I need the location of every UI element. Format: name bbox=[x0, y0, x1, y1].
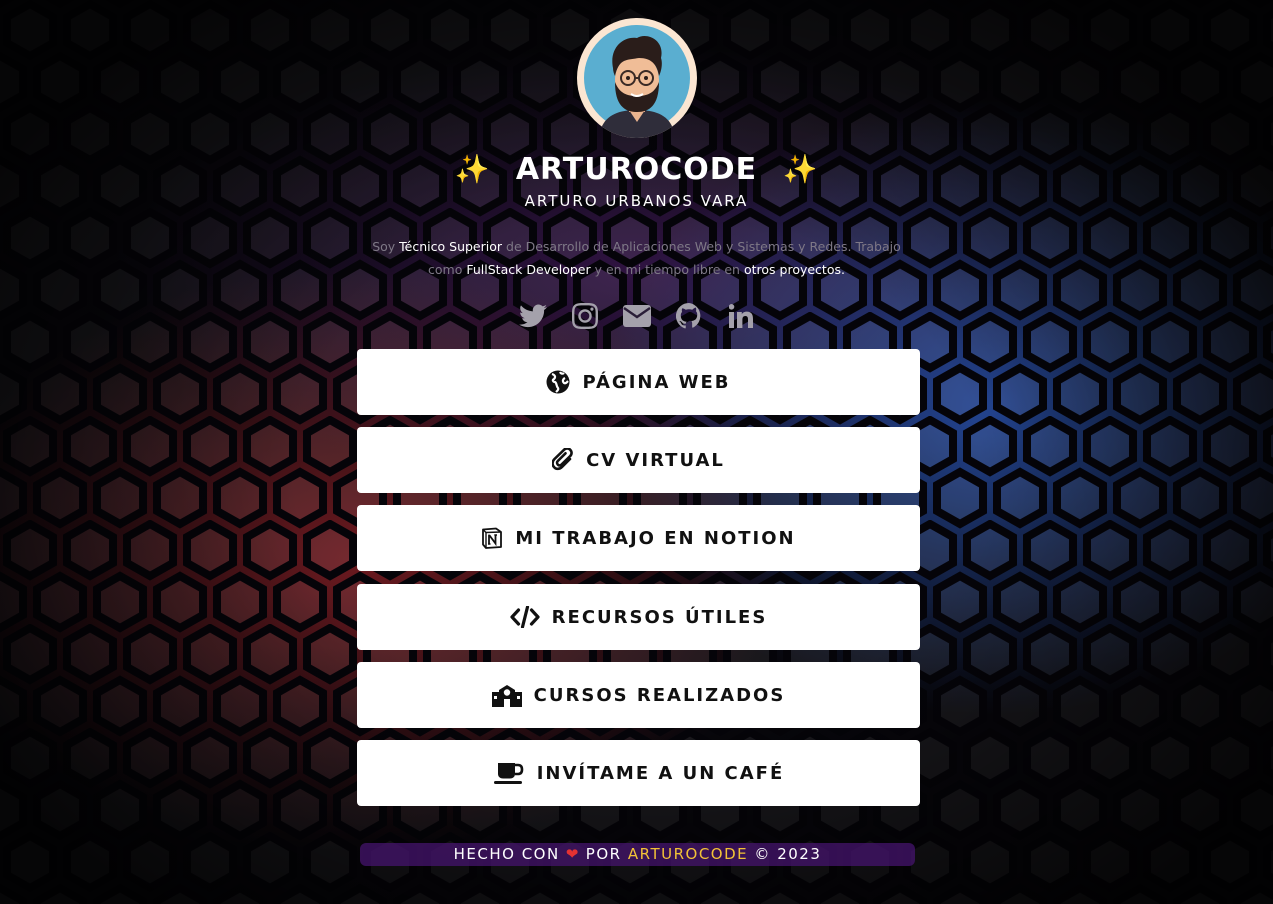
cv-button[interactable]: CV VIRTUAL bbox=[357, 427, 920, 493]
avatar bbox=[577, 18, 697, 138]
school-icon bbox=[491, 685, 522, 707]
email-icon bbox=[622, 305, 651, 327]
profile-name: ARTUROCODE bbox=[515, 151, 758, 187]
social-links bbox=[0, 300, 1273, 332]
cv-button-label: CV VIRTUAL bbox=[586, 449, 725, 471]
profile-bio: Soy Técnico Superior de Desarrollo de Ap… bbox=[372, 239, 901, 277]
website-button[interactable]: PÁGINA WEB bbox=[357, 349, 920, 415]
instagram-icon bbox=[571, 303, 598, 329]
email-link[interactable] bbox=[622, 300, 651, 332]
heart-icon: ❤ bbox=[565, 845, 580, 863]
bio-highlight: FullStack Developer bbox=[466, 262, 591, 277]
courses-button[interactable]: CURSOS REALIZADOS bbox=[357, 662, 920, 728]
sparkle-icon: ✨ bbox=[782, 152, 819, 186]
other-projects-link[interactable]: otros proyectos. bbox=[744, 262, 845, 277]
notion-button-label: MI TRABAJO EN NOTION bbox=[515, 527, 796, 549]
website-button-label: PÁGINA WEB bbox=[582, 371, 731, 393]
profile-page: ✨ ARTUROCODE ✨ ARTURO URBANOS VARA Soy T… bbox=[0, 0, 1273, 904]
notion-icon bbox=[482, 527, 503, 549]
github-link[interactable] bbox=[675, 300, 703, 332]
code-icon bbox=[510, 606, 540, 628]
resources-button-label: RECURSOS ÚTILES bbox=[551, 606, 768, 628]
coffee-button-label: INVÍTAME A UN CAFÉ bbox=[536, 762, 785, 784]
twitter-icon bbox=[518, 304, 547, 328]
bio-highlight: Técnico Superior bbox=[399, 239, 503, 254]
linkedin-link[interactable] bbox=[727, 300, 755, 332]
notion-button[interactable]: MI TRABAJO EN NOTION bbox=[357, 505, 920, 571]
linkedin-icon bbox=[728, 304, 753, 328]
coffee-button[interactable]: INVÍTAME A UN CAFÉ bbox=[357, 740, 920, 806]
sparkle-icon: ✨ bbox=[454, 152, 491, 186]
profile-title: ✨ ARTUROCODE ✨ bbox=[0, 148, 1273, 191]
paperclip-icon bbox=[552, 448, 573, 471]
profile-subtitle: ARTURO URBANOS VARA bbox=[524, 192, 749, 210]
resources-button[interactable]: RECURSOS ÚTILES bbox=[357, 584, 920, 650]
footer: HECHO CON ❤ POR ARTUROCODE © 2023 bbox=[360, 843, 915, 866]
globe-icon bbox=[546, 370, 570, 394]
coffee-icon bbox=[493, 763, 524, 784]
courses-button-label: CURSOS REALIZADOS bbox=[533, 684, 786, 706]
instagram-link[interactable] bbox=[571, 300, 599, 332]
footer-brand-link[interactable]: ARTUROCODE bbox=[628, 845, 748, 863]
twitter-link[interactable] bbox=[518, 300, 547, 332]
github-icon bbox=[675, 303, 700, 329]
